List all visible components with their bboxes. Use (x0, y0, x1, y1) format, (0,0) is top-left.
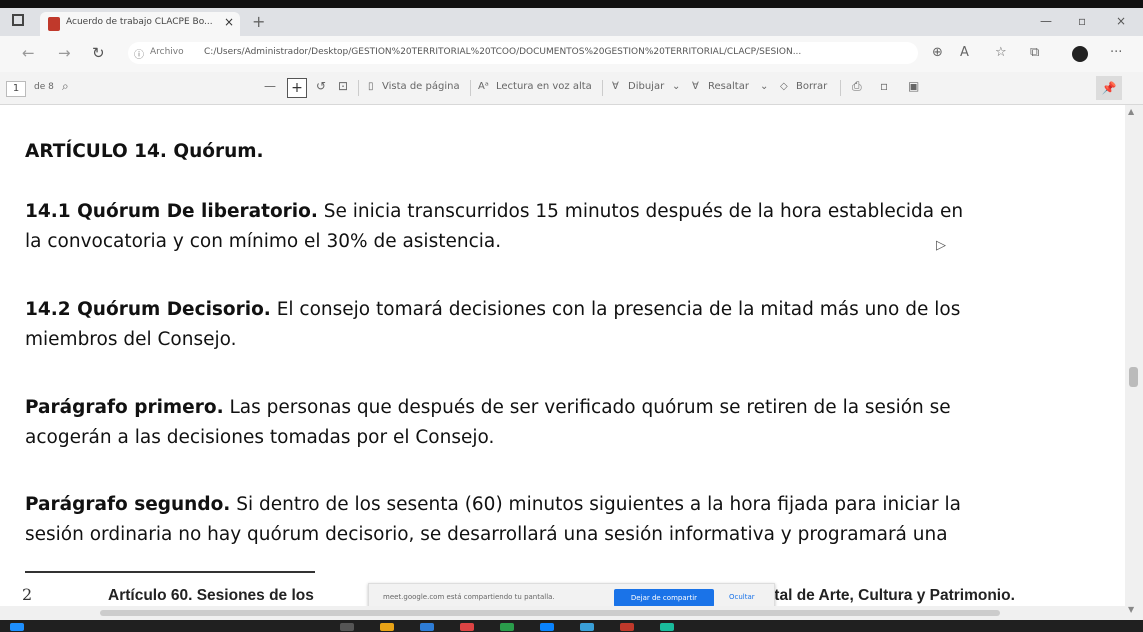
save-as-icon[interactable]: ▣ (908, 79, 919, 93)
zoom-in-button[interactable]: + (287, 78, 307, 98)
page-view-button[interactable]: Vista de página (382, 81, 460, 92)
footnote-divider (25, 571, 315, 573)
footnote-text-left: Artículo 60. Sesiones de los (108, 587, 314, 604)
pdf-toolbar: 1 de 8 ⌕ — + ↺ ⊡ ▯ Vista de página Aᵃ Le… (0, 72, 1143, 105)
paragraph-primero: Parágrafo primero. Las personas que desp… (25, 393, 1120, 453)
taskbar-app-icon[interactable] (340, 623, 354, 631)
paragraph-14-1: 14.1 Quórum De liberatorio. Se inicia tr… (25, 197, 1120, 257)
page-number-input[interactable]: 1 (6, 81, 26, 97)
eraser-icon[interactable]: ◇ (780, 81, 788, 92)
p3-text-line1: Las personas que después de ser verifica… (223, 397, 951, 418)
pdf-page: ARTÍCULO 14. Quórum. 14.1 Quórum De libe… (0, 105, 1125, 620)
fit-page-icon[interactable]: ⊡ (338, 79, 348, 93)
highlight-dropdown-icon[interactable]: ⌄ (760, 81, 768, 92)
window-menu-icon[interactable] (12, 14, 24, 26)
horizontal-scrollbar-thumb[interactable] (100, 610, 1000, 616)
tab-title: Acuerdo de trabajo CLACPE Bo... (66, 17, 213, 27)
close-window-button[interactable]: × (1116, 14, 1126, 28)
scroll-down-icon[interactable]: ▼ (1128, 605, 1134, 614)
minimize-button[interactable]: — (1040, 14, 1052, 28)
pdf-favicon-icon (48, 17, 60, 31)
horizontal-scrollbar[interactable] (0, 606, 1125, 620)
browser-tab[interactable]: Acuerdo de trabajo CLACPE Bo... × (40, 12, 240, 36)
p1-text-line1: Se inicia transcurridos 15 minutos despu… (317, 201, 964, 222)
footnote-text-right: ital de Arte, Cultura y Patrimonio. (770, 587, 1015, 604)
tab-strip: Acuerdo de trabajo CLACPE Bo... × + — ▫ … (0, 8, 1143, 36)
tab-close-button[interactable]: × (224, 15, 234, 29)
pin-toolbar-button[interactable]: 📌 (1096, 76, 1122, 100)
profile-avatar-icon[interactable] (1072, 46, 1088, 62)
paragraph-segundo: Parágrafo segundo. Si dentro de los sese… (25, 490, 1120, 550)
draw-button[interactable]: Dibujar (628, 81, 664, 92)
url-path[interactable]: C:/Users/Administrador/Desktop/GESTIÓN%2… (204, 47, 904, 57)
paragraph-14-2: 14.2 Quórum Decisorio. El consejo tomará… (25, 295, 1120, 355)
taskbar (0, 620, 1143, 632)
more-menu-button[interactable]: ··· (1110, 45, 1122, 60)
favorite-star-icon[interactable]: ☆ (995, 45, 1007, 60)
page-view-icon[interactable]: ▯ (368, 81, 374, 92)
erase-button[interactable]: Borrar (796, 81, 827, 92)
back-arrow-icon[interactable]: ← (22, 44, 35, 62)
url-field[interactable]: ⓘ Archivo C:/Users/Administrador/Desktop… (128, 42, 918, 64)
draw-dropdown-icon[interactable]: ⌄ (672, 81, 680, 92)
p2-title: 14.2 Quórum Decisorio. (25, 299, 271, 320)
page-total-label: de 8 (34, 82, 54, 92)
read-aloud-toolbar-icon[interactable]: Aᵃ (478, 81, 489, 92)
taskbar-app-icon[interactable] (500, 623, 514, 631)
taskbar-app-icon[interactable] (460, 623, 474, 631)
toolbar-separator (358, 80, 359, 96)
taskbar-app-icon[interactable] (580, 623, 594, 631)
share-banner-text: meet.google.com está compartiendo tu pan… (383, 593, 555, 601)
taskbar-app-icon[interactable] (620, 623, 634, 631)
draw-icon[interactable]: ∀ (612, 81, 619, 92)
new-tab-button[interactable]: + (252, 12, 265, 31)
reload-icon[interactable]: ↻ (92, 44, 105, 62)
search-icon[interactable]: ⌕ (62, 79, 69, 94)
taskbar-app-icon[interactable] (380, 623, 394, 631)
article-heading-text: ARTÍCULO 14. Quórum. (25, 141, 264, 162)
p4-text-line1: Si dentro de los sesenta (60) minutos si… (230, 494, 961, 515)
rotate-icon[interactable]: ↺ (316, 79, 326, 93)
p3-text-line2: acogerán a las decisiones tomadas por el… (25, 427, 495, 448)
footnote-number: 2 (22, 585, 33, 604)
collections-icon[interactable]: ⧉ (1030, 45, 1039, 60)
toolbar-separator (470, 80, 471, 96)
print-icon[interactable]: ⎙ (852, 79, 862, 94)
p2-text-line1: El consejo tomará decisiones con la pres… (270, 299, 961, 320)
maximize-button[interactable]: ▫ (1078, 14, 1086, 28)
p4-title: Parágrafo segundo. (25, 494, 231, 515)
mouse-cursor-icon: ▷ (936, 238, 946, 253)
hide-banner-button[interactable]: Ocultar (729, 593, 755, 601)
highlight-button[interactable]: Resaltar (708, 81, 749, 92)
info-icon[interactable]: ⓘ (134, 46, 144, 61)
start-icon[interactable] (10, 623, 24, 631)
article-heading: ARTÍCULO 14. Quórum. (25, 137, 1120, 167)
p3-title: Parágrafo primero. (25, 397, 224, 418)
p1-title: 14.1 Quórum De liberatorio. (25, 201, 318, 222)
scroll-up-icon[interactable]: ▲ (1128, 107, 1134, 116)
address-bar-row: ← → ↻ ⓘ Archivo C:/Users/Administrador/D… (0, 36, 1143, 73)
taskbar-app-icon[interactable] (540, 623, 554, 631)
scrollbar-thumb[interactable] (1129, 367, 1138, 387)
taskbar-app-icon[interactable] (660, 623, 674, 631)
top-edge (0, 0, 1143, 8)
stop-sharing-button[interactable]: Dejar de compartir (614, 589, 714, 607)
taskbar-app-icon[interactable] (420, 623, 434, 631)
p4-text-line2: sesión ordinaria no hay quórum decisorio… (25, 524, 948, 545)
p2-text-line2: miembros del Consejo. (25, 329, 237, 350)
zoom-icon[interactable]: ⊕ (932, 45, 943, 60)
p1-text-line2: la convocatoria y con mínimo el 30% de a… (25, 231, 502, 252)
toolbar-separator (840, 80, 841, 96)
url-scheme-label: Archivo (150, 47, 184, 57)
highlight-icon[interactable]: ∀ (692, 81, 699, 92)
toolbar-separator (602, 80, 603, 96)
read-aloud-button[interactable]: Lectura en voz alta (496, 81, 592, 92)
save-icon[interactable]: ▫ (880, 79, 888, 93)
vertical-scrollbar[interactable]: ▲ ▼ (1125, 105, 1143, 620)
forward-arrow-icon[interactable]: → (58, 44, 71, 62)
zoom-out-button[interactable]: — (264, 79, 276, 93)
read-aloud-icon[interactable]: A (960, 45, 969, 60)
